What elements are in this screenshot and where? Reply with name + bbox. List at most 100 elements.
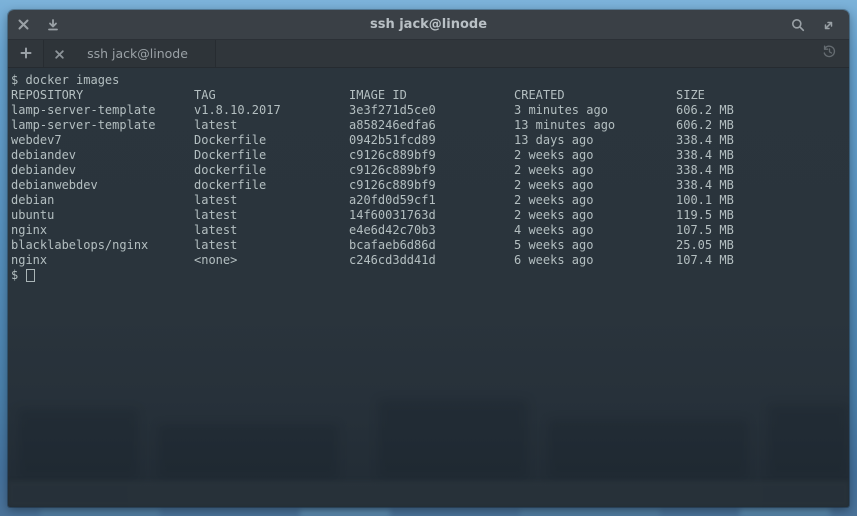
table-cell: 13 minutes ago: [514, 118, 676, 133]
table-cell: 2 weeks ago: [514, 193, 676, 208]
table-cell: 338.4 MB: [676, 163, 849, 178]
table-cell: v1.8.10.2017: [194, 103, 349, 118]
table-cell: debiandev: [11, 148, 194, 163]
table-cell: latest: [194, 238, 349, 253]
table-row: debiandevdockerfilec9126c889bf92 weeks a…: [11, 163, 849, 178]
table-cell: 2 weeks ago: [514, 208, 676, 223]
terminal-cursor: [26, 269, 35, 282]
table-cell: 2 weeks ago: [514, 163, 676, 178]
table-cell: 13 days ago: [514, 133, 676, 148]
table-cell: debian: [11, 193, 194, 208]
table-cell: 25.05 MB: [676, 238, 849, 253]
table-cell: 2 weeks ago: [514, 178, 676, 193]
table-cell: webdev7: [11, 133, 194, 148]
table-cell: lamp-server-template: [11, 118, 194, 133]
table-row: debiandevDockerfilec9126c889bf92 weeks a…: [11, 148, 849, 163]
window-title: ssh jack@linode: [8, 17, 849, 32]
close-icon: [18, 19, 29, 30]
table-cell: latest: [194, 118, 349, 133]
terminal-skyline-blur: [378, 399, 528, 479]
table-cell: 0942b51fcd89: [349, 133, 514, 148]
close-window-button[interactable]: [8, 10, 38, 40]
tab-close-button[interactable]: [44, 40, 74, 67]
table-cell: 338.4 MB: [676, 133, 849, 148]
titlebar[interactable]: ssh jack@linode: [8, 10, 849, 40]
tabbar: ssh jack@linode: [8, 40, 849, 68]
prompt-line: $: [11, 268, 849, 283]
table-cell: Dockerfile: [194, 148, 349, 163]
table-cell: 2 weeks ago: [514, 148, 676, 163]
table-row: nginxlateste4e6d42c70b34 weeks ago107.5 …: [11, 223, 849, 238]
terminal-screen[interactable]: $ docker images REPOSITORYTAGIMAGE IDCRE…: [8, 68, 849, 507]
table-cell: 4 weeks ago: [514, 223, 676, 238]
table-cell: 107.4 MB: [676, 253, 849, 268]
table-body: lamp-server-templatev1.8.10.20173e3f271d…: [11, 103, 849, 268]
desktop: { "window": { "title": "ssh jack@linode"…: [0, 0, 857, 516]
table-cell: blacklabelops/nginx: [11, 238, 194, 253]
table-cell: 606.2 MB: [676, 103, 849, 118]
tab-ssh-jack-linode[interactable]: ssh jack@linode: [44, 40, 216, 67]
table-cell: c9126c889bf9: [349, 163, 514, 178]
table-cell: debiandev: [11, 163, 194, 178]
table-cell: 338.4 MB: [676, 178, 849, 193]
table-cell: c246cd3dd41d: [349, 253, 514, 268]
table-cell: bcafaeb6d86d: [349, 238, 514, 253]
history-button[interactable]: [815, 40, 843, 67]
fullscreen-icon: [822, 19, 835, 32]
tab-label: ssh jack@linode: [74, 46, 215, 61]
terminal-skyline-blur: [548, 419, 748, 479]
desktop-skyline-blur: [300, 510, 390, 516]
terminal-window: ssh jack@linode: [8, 10, 849, 507]
table-row: debianwebdevdockerfilec9126c889bf92 week…: [11, 178, 849, 193]
desktop-skyline-blur: [40, 509, 160, 516]
table-cell: latest: [194, 223, 349, 238]
column-header: IMAGE ID: [349, 88, 514, 103]
table-cell: nginx: [11, 253, 194, 268]
table-cell: Dockerfile: [194, 133, 349, 148]
table-row: ubuntulatest14f60031763d2 weeks ago119.5…: [11, 208, 849, 223]
download-icon: [47, 19, 59, 31]
table-row: blacklabelops/nginxlatestbcafaeb6d86d5 w…: [11, 238, 849, 253]
table-cell: 5 weeks ago: [514, 238, 676, 253]
terminal-skyline-blur: [18, 409, 138, 479]
terminal-skyline-blur: [768, 404, 848, 479]
table-cell: lamp-server-template: [11, 103, 194, 118]
table-cell: latest: [194, 208, 349, 223]
table-cell: latest: [194, 193, 349, 208]
table-cell: 107.5 MB: [676, 223, 849, 238]
terminal-bottom-band: [8, 481, 849, 507]
table-row: lamp-server-templatev1.8.10.20173e3f271d…: [11, 103, 849, 118]
terminal-skyline-blur: [158, 424, 338, 479]
column-header: SIZE: [676, 88, 849, 103]
table-row: lamp-server-templatelatesta858246edfa613…: [11, 118, 849, 133]
search-button[interactable]: [783, 10, 813, 40]
table-cell: 338.4 MB: [676, 148, 849, 163]
table-cell: c9126c889bf9: [349, 148, 514, 163]
table-cell: c9126c889bf9: [349, 178, 514, 193]
new-tab-button[interactable]: [8, 40, 44, 67]
new-tab-icon: [20, 44, 32, 63]
tab-close-icon: [55, 44, 64, 63]
table-cell: a20fd0d59cf1: [349, 193, 514, 208]
table-cell: e4e6d42c70b3: [349, 223, 514, 238]
table-cell: 606.2 MB: [676, 118, 849, 133]
table-header-row: REPOSITORYTAGIMAGE IDCREATEDSIZE: [11, 88, 849, 103]
table-row: debianlatesta20fd0d59cf12 weeks ago100.1…: [11, 193, 849, 208]
table-cell: dockerfile: [194, 163, 349, 178]
history-icon: [822, 44, 837, 63]
download-button[interactable]: [38, 10, 68, 40]
prompt: $: [11, 268, 18, 283]
desktop-skyline-blur: [740, 508, 830, 516]
column-header: CREATED: [514, 88, 676, 103]
desktop-skyline-blur: [520, 509, 660, 516]
table-row: nginx<none>c246cd3dd41d6 weeks ago107.4 …: [11, 253, 849, 268]
table-row: webdev7Dockerfile0942b51fcd8913 days ago…: [11, 133, 849, 148]
fullscreen-button[interactable]: [813, 10, 843, 40]
table-cell: ubuntu: [11, 208, 194, 223]
table-cell: 119.5 MB: [676, 208, 849, 223]
command-line: $ docker images: [11, 73, 849, 88]
table-cell: <none>: [194, 253, 349, 268]
table-cell: nginx: [11, 223, 194, 238]
table-cell: 3e3f271d5ce0: [349, 103, 514, 118]
table-cell: a858246edfa6: [349, 118, 514, 133]
